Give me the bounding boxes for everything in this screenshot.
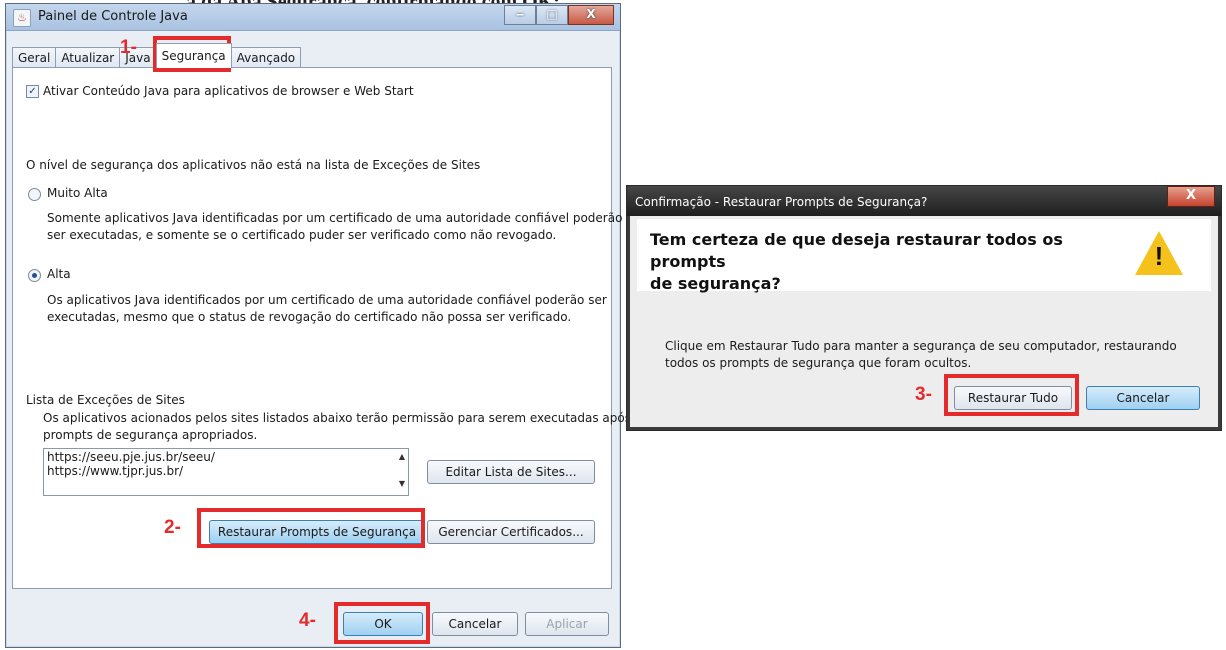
cancel-button[interactable]: Cancelar xyxy=(432,612,518,636)
window-title: Painel de Controle Java xyxy=(38,9,188,24)
dialog-question-line1: Tem certeza de que deseja restaurar todo… xyxy=(650,230,1063,271)
radio-muito-alta-label[interactable]: Muito Alta xyxy=(47,186,108,200)
edit-site-list-button[interactable]: Editar Lista de Sites... xyxy=(427,460,595,484)
scroll-up-arrow-icon[interactable]: ▲ xyxy=(399,452,405,461)
radio-muito-alta[interactable] xyxy=(28,188,41,201)
dialog-question: Tem certeza de que deseja restaurar todo… xyxy=(650,229,1120,295)
enable-java-label[interactable]: Ativar Conteúdo Java para aplicativos de… xyxy=(43,84,414,98)
radio-alta[interactable] xyxy=(28,269,41,282)
tab-seguranca[interactable]: Segurança xyxy=(155,43,232,68)
highlight-box-step3 xyxy=(944,374,1079,416)
dialog-cancel-button[interactable]: Cancelar xyxy=(1086,386,1200,410)
tab-geral[interactable]: Geral xyxy=(12,47,57,68)
exception-list-desc-line2: prompts de segurança apropriados. xyxy=(43,428,258,442)
list-item[interactable]: https://www.tjpr.jus.br/ xyxy=(47,464,183,478)
window-titlebar[interactable]: ♨ Painel de Controle Java ‒ □ X xyxy=(6,4,620,31)
minimize-button[interactable]: ‒ xyxy=(504,5,536,25)
list-item[interactable]: https://seeu.pje.jus.br/seeu/ xyxy=(47,450,215,464)
highlight-box-step2 xyxy=(197,508,425,548)
dialog-header: Tem certeza de que deseja restaurar todo… xyxy=(637,219,1211,293)
alta-desc-line1: Os aplicativos Java identificados por um… xyxy=(47,293,607,307)
highlight-box-step4 xyxy=(334,602,430,644)
dialog-body-text: Clique em Restaurar Tudo para manter a s… xyxy=(665,339,1177,370)
exception-list-heading: Lista de Exceções de Sites xyxy=(26,393,185,407)
alta-desc-line2: executadas, mesmo que o status de revoga… xyxy=(47,310,572,324)
dialog-question-line2: de segurança? xyxy=(650,274,781,293)
dialog-close-button[interactable]: X xyxy=(1167,186,1215,207)
warning-exclamation: ! xyxy=(1154,241,1164,271)
exception-list-desc-line1: Os aplicativos acionados pelos sites lis… xyxy=(43,411,649,425)
muito-alta-desc-line2: ser executadas, e somente se o certifica… xyxy=(47,228,557,242)
maximize-button[interactable]: □ xyxy=(536,5,568,25)
step-3-label: 3- xyxy=(915,384,932,405)
tab-bar: Geral Atualizar Java Segurança Avançado xyxy=(12,43,302,68)
enable-java-checkbox[interactable]: ✓ xyxy=(26,85,39,98)
java-control-panel-window: ♨ Painel de Controle Java ‒ □ X Geral At… xyxy=(5,3,648,648)
manage-certificates-button[interactable]: Gerenciar Certificados... xyxy=(427,520,595,544)
tab-avancado[interactable]: Avançado xyxy=(230,47,302,68)
site-exception-list[interactable]: https://seeu.pje.jus.br/seeu/ https://ww… xyxy=(43,448,409,496)
security-level-heading: O nível de segurança dos aplicativos não… xyxy=(26,158,481,172)
step-2-label: 2- xyxy=(164,517,181,538)
muito-alta-desc-line1: Somente aplicativos Java identificadas p… xyxy=(47,211,623,225)
close-button[interactable]: X xyxy=(568,5,614,25)
dialog-title: Confirmação - Restaurar Prompts de Segur… xyxy=(635,195,928,209)
tab-atualizar[interactable]: Atualizar xyxy=(55,47,121,68)
step-1-label: 1- xyxy=(120,37,137,58)
java-icon: ♨ xyxy=(13,9,31,27)
step-4-label: 4- xyxy=(299,610,316,631)
scroll-down-arrow-icon[interactable]: ▼ xyxy=(399,479,405,488)
dialog-titlebar[interactable]: Confirmação - Restaurar Prompts de Segur… xyxy=(627,186,1221,216)
radio-alta-label[interactable]: Alta xyxy=(47,267,71,281)
apply-button[interactable]: Aplicar xyxy=(525,612,609,636)
